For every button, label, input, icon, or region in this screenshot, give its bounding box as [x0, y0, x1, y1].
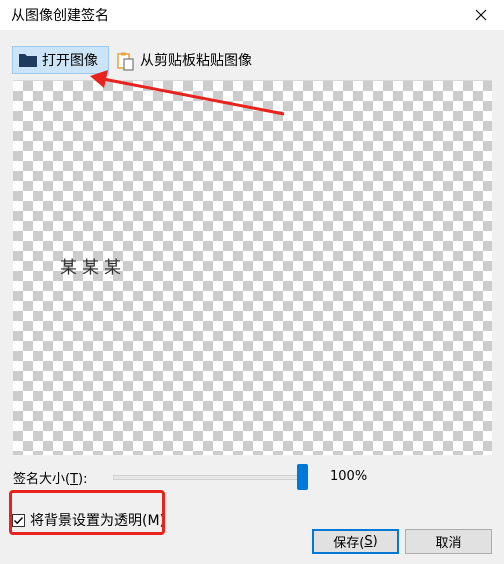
- signature-preview-canvas: 某某某: [13, 80, 492, 455]
- close-icon: [475, 9, 487, 21]
- signature-size-value: 100%: [330, 469, 368, 484]
- paste-from-clipboard-button[interactable]: 从剪贴板粘贴图像: [113, 46, 273, 74]
- title-bar: 从图像创建签名: [0, 0, 504, 30]
- folder-icon: [18, 51, 38, 69]
- save-button[interactable]: 保存(S): [312, 529, 399, 554]
- annotation-highlight-box: [9, 490, 165, 535]
- open-image-label: 打开图像: [42, 53, 98, 69]
- slider-track: [113, 475, 308, 480]
- window-title: 从图像创建签名: [11, 8, 109, 24]
- cancel-button[interactable]: 取消: [405, 529, 492, 554]
- paste-label: 从剪贴板粘贴图像: [140, 53, 252, 69]
- signature-size-slider[interactable]: [113, 464, 308, 490]
- open-image-button[interactable]: 打开图像: [12, 46, 109, 74]
- signature-size-label: 签名大小(T):: [13, 472, 88, 487]
- signature-preview-text: 某某某: [60, 258, 126, 278]
- clipboard-icon: [116, 51, 136, 71]
- close-button[interactable]: [458, 0, 504, 30]
- slider-thumb[interactable]: [297, 464, 308, 490]
